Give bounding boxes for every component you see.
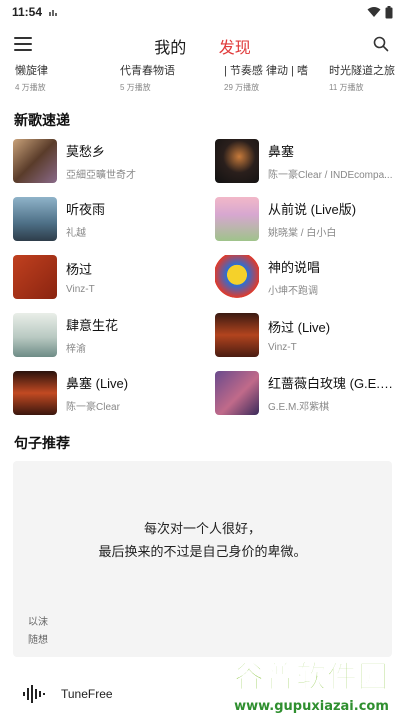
song-artist: Vinz-T <box>66 284 95 295</box>
song-artist: 陈一豪Clear / INDEcompa... <box>268 170 393 181</box>
album-cover <box>215 197 259 241</box>
search-icon[interactable] <box>373 36 389 52</box>
song-artist: 小坤不跑调 <box>268 286 318 297</box>
song-item[interactable]: 杨过 (Live) Vinz-T <box>215 311 405 359</box>
song-title: 杨过 (Live) <box>268 320 331 335</box>
song-title: 肆意生花 <box>66 318 119 333</box>
song-item[interactable]: 肆意生花 梓渝 <box>13 311 203 359</box>
song-artist: 陈一豪Clear <box>66 402 120 413</box>
song-title: 神的说唱 <box>268 260 321 275</box>
song-item[interactable]: 鼻塞 陈一豪Clear / INDEcompa... <box>215 137 405 185</box>
player-track-title: TuneFree <box>61 687 113 701</box>
quote-line: 最后换来的不过是自己身价的卑微。 <box>98 544 307 559</box>
playlist-play-count: 5 万播放 <box>120 83 151 92</box>
song-title: 莫愁乡 <box>66 144 106 159</box>
signal-stats-icon <box>49 10 58 16</box>
album-cover <box>13 139 57 183</box>
playlist-card[interactable]: 懒旋律 4 万播放 <box>15 62 125 93</box>
status-bar: 11:54 <box>0 0 405 24</box>
quote-source: 随想 <box>28 635 48 646</box>
battery-icon <box>385 5 393 18</box>
playlist-row: 懒旋律 4 万播放 代青春物语 5 万播放 | 节奏感 律动 | 嗜 29 万播… <box>0 62 405 96</box>
playlist-title: 时光隧道之旅 <box>329 65 395 77</box>
song-item[interactable]: 神的说唱 小坤不跑调 <box>215 253 405 301</box>
album-cover <box>13 255 57 299</box>
song-artist: G.E.M.邓紫棋 <box>268 402 330 413</box>
album-cover <box>215 313 259 357</box>
tab-discover[interactable]: 发现 <box>219 34 251 58</box>
song-artist: 姚晓棠 / 白小白 <box>268 228 337 239</box>
song-artist: 礼越 <box>66 228 86 239</box>
tab-mine[interactable]: 我的 <box>154 34 186 58</box>
song-item[interactable]: 从前说 (Live版) 姚晓棠 / 白小白 <box>215 195 405 243</box>
song-title: 鼻塞 <box>268 144 295 159</box>
quote-author: 以沫 <box>28 617 48 628</box>
playlist-play-count: 4 万播放 <box>15 83 46 92</box>
playlist-card[interactable]: 代青春物语 5 万播放 <box>120 62 230 93</box>
playlist-title: 懒旋律 <box>15 65 48 77</box>
new-songs-heading: 新歌速递 <box>14 112 70 128</box>
wifi-icon <box>367 7 381 17</box>
album-cover <box>215 255 259 299</box>
album-cover <box>13 371 57 415</box>
playlist-card[interactable]: 时光隧道之旅 11 万播放 <box>329 62 405 93</box>
audio-wave-icon <box>23 685 45 703</box>
song-artist: 亞細亞曠世奇才 <box>66 170 136 181</box>
song-title: 鼻塞 (Live) <box>66 376 129 391</box>
playlist-title: | 节奏感 律动 | 嗜 <box>224 65 308 77</box>
quote-text: 每次对一个人很好， 最后换来的不过是自己身价的卑微。 <box>13 517 392 563</box>
quote-line: 每次对一个人很好， <box>143 521 261 536</box>
top-bar: 我的 发现 <box>0 28 405 62</box>
playlist-play-count: 29 万播放 <box>224 83 260 92</box>
playlist-title: 代青春物语 <box>120 65 175 77</box>
song-artist: Vinz-T <box>268 342 297 353</box>
song-title: 从前说 (Live版) <box>268 202 357 217</box>
album-cover <box>215 139 259 183</box>
watermark-logo: 谷普软件园 www.gupuxiazai.com <box>218 657 405 720</box>
album-cover <box>13 197 57 241</box>
song-item[interactable]: 杨过 Vinz-T <box>13 253 203 301</box>
song-title: 听夜雨 <box>66 202 106 217</box>
song-item[interactable]: 听夜雨 礼越 <box>13 195 203 243</box>
quote-card[interactable]: 每次对一个人很好， 最后换来的不过是自己身价的卑微。 以沫 随想 <box>13 461 392 657</box>
song-artist: 梓渝 <box>66 344 86 355</box>
album-cover <box>13 313 57 357</box>
quote-heading: 句子推荐 <box>14 435 70 451</box>
playlist-play-count: 11 万播放 <box>329 83 364 92</box>
song-title: 杨过 <box>66 262 93 277</box>
playlist-card[interactable]: | 节奏感 律动 | 嗜 29 万播放 <box>224 62 334 93</box>
song-title: 红蔷薇白玫瑰 (G.E.M.... <box>268 376 393 391</box>
album-cover <box>215 371 259 415</box>
song-item[interactable]: 红蔷薇白玫瑰 (G.E.M.... G.E.M.邓紫棋 <box>215 369 405 417</box>
watermark-text: 谷普软件园 <box>234 660 389 696</box>
song-item[interactable]: 莫愁乡 亞細亞曠世奇才 <box>13 137 203 185</box>
status-time: 11:54 <box>12 5 43 19</box>
song-item[interactable]: 鼻塞 (Live) 陈一豪Clear <box>13 369 203 417</box>
watermark-url: www.gupuxiazai.com <box>234 699 389 714</box>
header-tabs: 我的 发现 <box>0 34 405 58</box>
